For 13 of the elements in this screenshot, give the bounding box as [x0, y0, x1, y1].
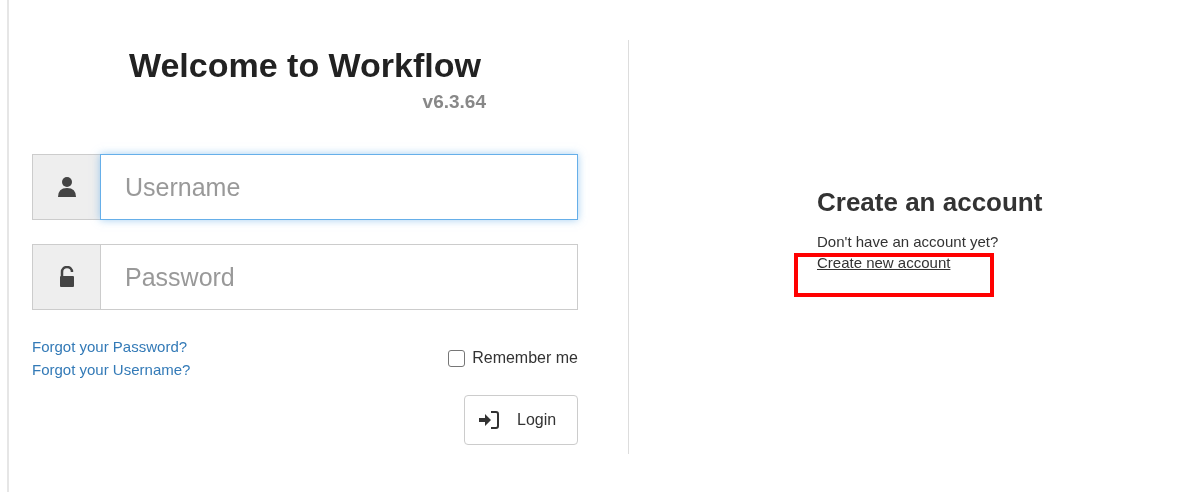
version-label: v6.3.64 — [422, 91, 486, 113]
forgot-link[interactable]: Forgot your Password? — [32, 338, 191, 355]
welcome-title: Welcome to Workflow — [129, 46, 481, 85]
sign-in-icon — [479, 411, 499, 429]
login-button[interactable]: Login — [464, 395, 578, 445]
password-field[interactable]: Password — [100, 244, 578, 310]
create-account-heading: Create an account — [817, 187, 1043, 218]
forgot-link[interactable]: Forgot your Username? — [32, 361, 191, 378]
username-field[interactable]: Username — [100, 154, 578, 220]
user-icon — [56, 176, 77, 198]
remember-checkbox[interactable]: Remember me — [448, 338, 578, 378]
no-account-text: Don't have an account yet? — [817, 233, 1000, 250]
create-account-link[interactable]: Create new account — [817, 254, 951, 271]
